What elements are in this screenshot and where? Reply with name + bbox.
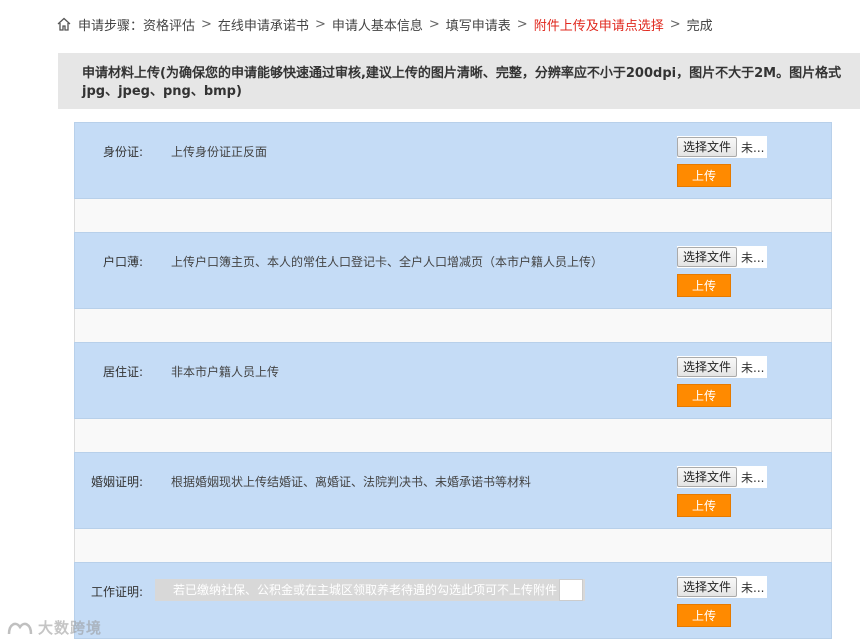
- breadcrumb-step-commitment[interactable]: 在线申请承诺书: [218, 15, 309, 34]
- upload-button[interactable]: 上传: [677, 164, 731, 187]
- row-description: 非本市户籍人员上传: [171, 365, 280, 379]
- upload-button[interactable]: 上传: [677, 494, 731, 517]
- choose-file-button[interactable]: 选择文件: [677, 467, 738, 487]
- file-status: 未...: [741, 360, 765, 375]
- upload-row-employment-proof: 工作证明: 若已缴纳社保、公积金或在主城区领取养老待遇的勾选此项可不上传附件 选…: [74, 562, 832, 639]
- row-label: 户口薄:: [102, 255, 143, 269]
- upload-button[interactable]: 上传: [677, 384, 731, 407]
- breadcrumb-separator: >: [314, 16, 326, 32]
- row-description: 上传户口簿主页、本人的常住人口登记卡、全户人口增减页（本市户籍人员上传）: [171, 255, 604, 269]
- file-input[interactable]: 选择文件 未...: [677, 356, 767, 378]
- choose-file-button[interactable]: 选择文件: [677, 247, 738, 267]
- file-status: 未...: [741, 580, 765, 595]
- breadcrumb-separator: >: [516, 16, 528, 32]
- row-spacer: [74, 529, 832, 562]
- choose-file-button[interactable]: 选择文件: [677, 357, 738, 377]
- file-input[interactable]: 选择文件 未...: [677, 136, 767, 158]
- breadcrumb-step-basic-info[interactable]: 申请人基本信息: [332, 15, 423, 34]
- watermark-logo-icon: [6, 618, 34, 638]
- upload-row-residence-permit: 居住证: 非本市户籍人员上传 选择文件 未... 上传: [74, 342, 832, 419]
- breadcrumb: 申请步骤：资格评估 > 在线申请承诺书 > 申请人基本信息 > 填写申请表 > …: [56, 14, 713, 34]
- breadcrumb-step-application-form[interactable]: 填写申请表: [446, 15, 511, 34]
- row-description: 上传身份证正反面: [171, 145, 268, 159]
- upload-button[interactable]: 上传: [677, 274, 731, 297]
- choose-file-button[interactable]: 选择文件: [677, 577, 738, 597]
- watermark-text: 大数跨境: [38, 619, 103, 637]
- upload-notice-text: 申请材料上传(为确保您的申请能够快速通过审核,建议上传的图片清晰、完整，分辨率应…: [82, 66, 842, 99]
- row-label: 居住证:: [102, 365, 143, 379]
- row-label: 婚姻证明:: [90, 475, 143, 489]
- upload-row-marriage-certificate: 婚姻证明: 根据婚姻现状上传结婚证、离婚证、法院判决书、未婚承诺书等材料 选择文…: [74, 452, 832, 529]
- upload-button[interactable]: 上传: [677, 604, 731, 627]
- row-spacer: [74, 199, 832, 232]
- file-input[interactable]: 选择文件 未...: [677, 466, 767, 488]
- breadcrumb-step-evaluation[interactable]: 申请步骤：资格评估: [78, 15, 195, 34]
- breadcrumb-separator: >: [428, 16, 440, 32]
- breadcrumb-separator: >: [201, 16, 212, 32]
- file-input[interactable]: 选择文件 未...: [677, 576, 767, 598]
- row-spacer: [74, 309, 832, 342]
- upload-form: 身份证: 上传身份证正反面 选择文件 未... 上传 户口薄: 上传户口簿主页、…: [74, 122, 832, 639]
- upload-row-household-register: 户口薄: 上传户口簿主页、本人的常住人口登记卡、全户人口增减页（本市户籍人员上传…: [74, 232, 832, 309]
- file-status: 未...: [741, 140, 765, 155]
- row-label: 身份证:: [102, 145, 143, 159]
- choose-file-button[interactable]: 选择文件: [677, 137, 738, 157]
- upload-notice: 申请材料上传(为确保您的申请能够快速通过审核,建议上传的图片清晰、完整，分辨率应…: [58, 53, 860, 109]
- row-spacer: [74, 419, 832, 452]
- breadcrumb-separator: >: [669, 16, 681, 32]
- watermark: 大数跨境: [6, 617, 102, 638]
- row-description: 根据婚姻现状上传结婚证、离婚证、法院判决书、未婚承诺书等材料: [171, 475, 532, 489]
- row-label: 工作证明:: [90, 585, 143, 599]
- upload-row-id-card: 身份证: 上传身份证正反面 选择文件 未... 上传: [74, 122, 832, 199]
- breadcrumb-step-attachments: 附件上传及申请点选择: [533, 18, 664, 34]
- home-icon[interactable]: [56, 16, 72, 32]
- file-status: 未...: [741, 250, 765, 265]
- breadcrumb-step-complete: 完成: [686, 18, 713, 34]
- exemption-option-label: 若已缴纳社保、公积金或在主城区领取养老待遇的勾选此项可不上传附件: [155, 579, 585, 601]
- exemption-checkbox[interactable]: [559, 579, 583, 601]
- file-status: 未...: [741, 470, 765, 485]
- file-input[interactable]: 选择文件 未...: [677, 246, 767, 268]
